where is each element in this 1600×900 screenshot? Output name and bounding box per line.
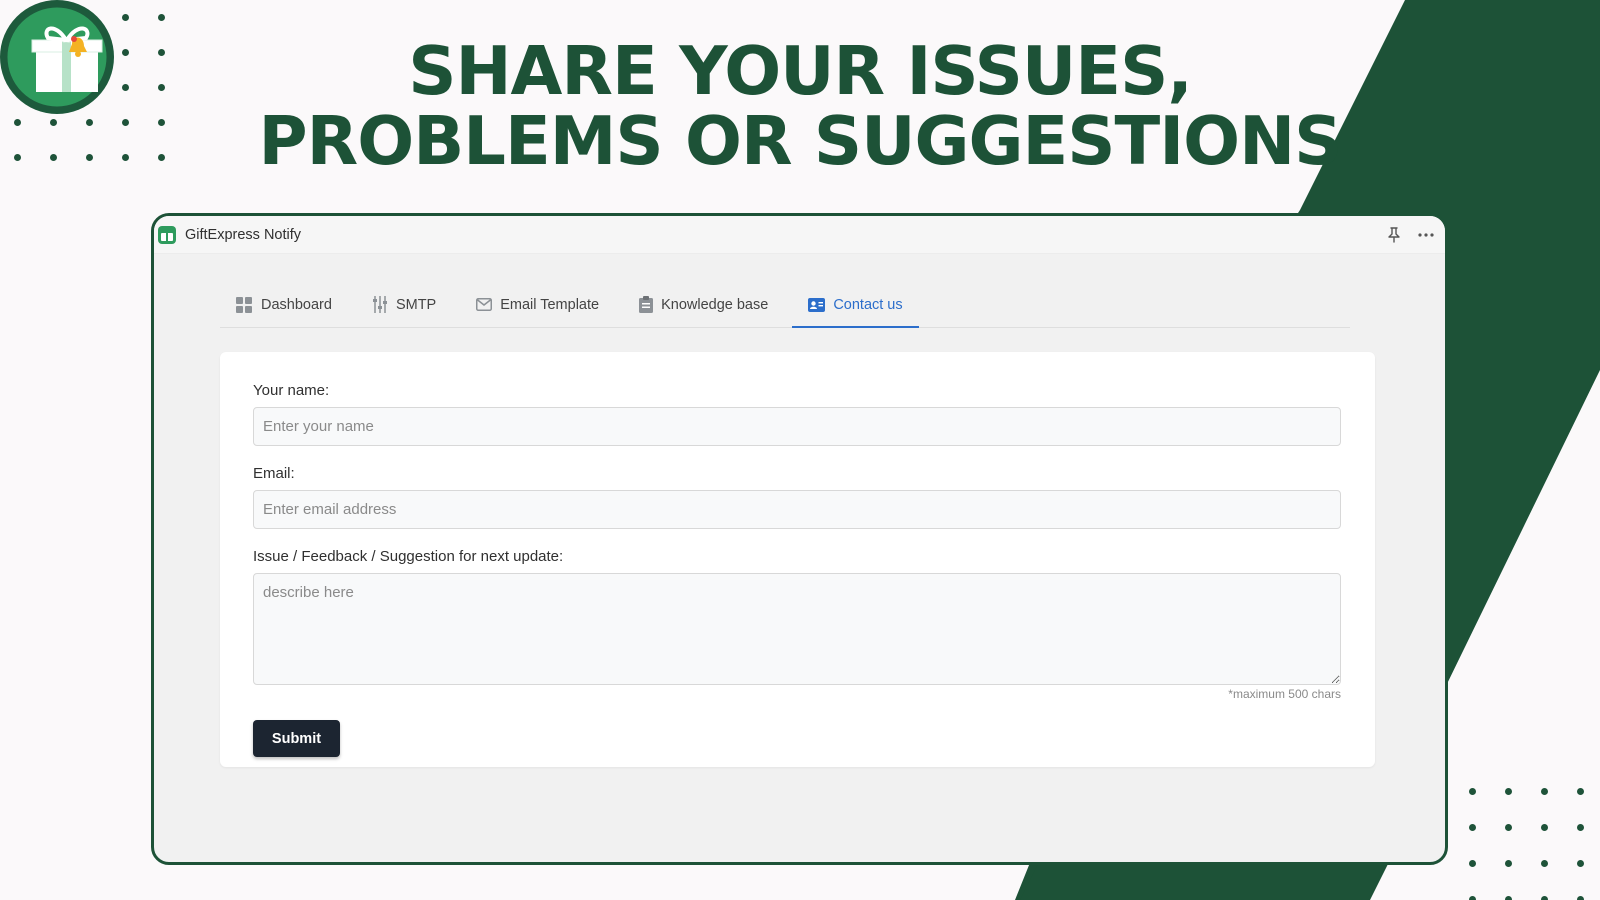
sliders-icon	[372, 296, 388, 313]
issue-textarea[interactable]	[253, 573, 1341, 685]
tab-dashboard[interactable]: Dashboard	[220, 282, 348, 327]
contact-form-card: Your name: Email: Issue / Feedback / Sug…	[220, 352, 1375, 767]
tab-label: Email Template	[500, 296, 600, 313]
name-input[interactable]	[253, 407, 1341, 446]
tab-email-template[interactable]: Email Template	[460, 282, 615, 327]
page-headline: SHARE YOUR ISSUES, PROBLEMS OR SUGGESTIO…	[190, 36, 1410, 176]
envelope-icon	[476, 298, 493, 311]
app-title: GiftExpress Notify	[185, 226, 302, 243]
dashboard-icon	[236, 296, 253, 313]
more-icon[interactable]	[1417, 226, 1435, 244]
name-label: Your name:	[253, 382, 330, 399]
gift-app-icon	[158, 225, 176, 244]
email-label: Email:	[253, 465, 295, 482]
tab-knowledge-base[interactable]: Knowledge base	[623, 282, 784, 327]
title-actions	[1385, 226, 1435, 244]
tab-bar: Dashboard SMTP Email Template Knowledge …	[220, 282, 1350, 328]
tab-label: SMTP	[395, 296, 437, 313]
email-input[interactable]	[253, 490, 1341, 529]
tab-contact-us[interactable]: Contact us	[792, 282, 919, 328]
headline-line-2: PROBLEMS OR SUGGESTIONS	[258, 102, 1343, 180]
contact-card-icon	[808, 297, 826, 312]
app-window: GiftExpress Notify Dashboard SMTP Email …	[151, 213, 1448, 865]
tab-label: Dashboard	[261, 296, 332, 313]
decorative-dot-grid-bottom-right	[1469, 788, 1600, 900]
tab-label: Knowledge base	[661, 296, 769, 313]
clipboard-icon	[639, 296, 654, 313]
tab-smtp[interactable]: SMTP	[356, 282, 452, 327]
char-limit-hint: *maximum 500 chars	[1228, 687, 1341, 701]
title-bar: GiftExpress Notify	[154, 216, 1445, 254]
gift-bell-logo	[0, 0, 114, 114]
tab-label: Contact us	[833, 296, 903, 313]
issue-label: Issue / Feedback / Suggestion for next u…	[253, 548, 564, 565]
headline-line-1: SHARE YOUR ISSUES,	[408, 32, 1193, 110]
submit-button[interactable]: Submit	[253, 720, 340, 757]
pin-icon[interactable]	[1385, 226, 1403, 244]
